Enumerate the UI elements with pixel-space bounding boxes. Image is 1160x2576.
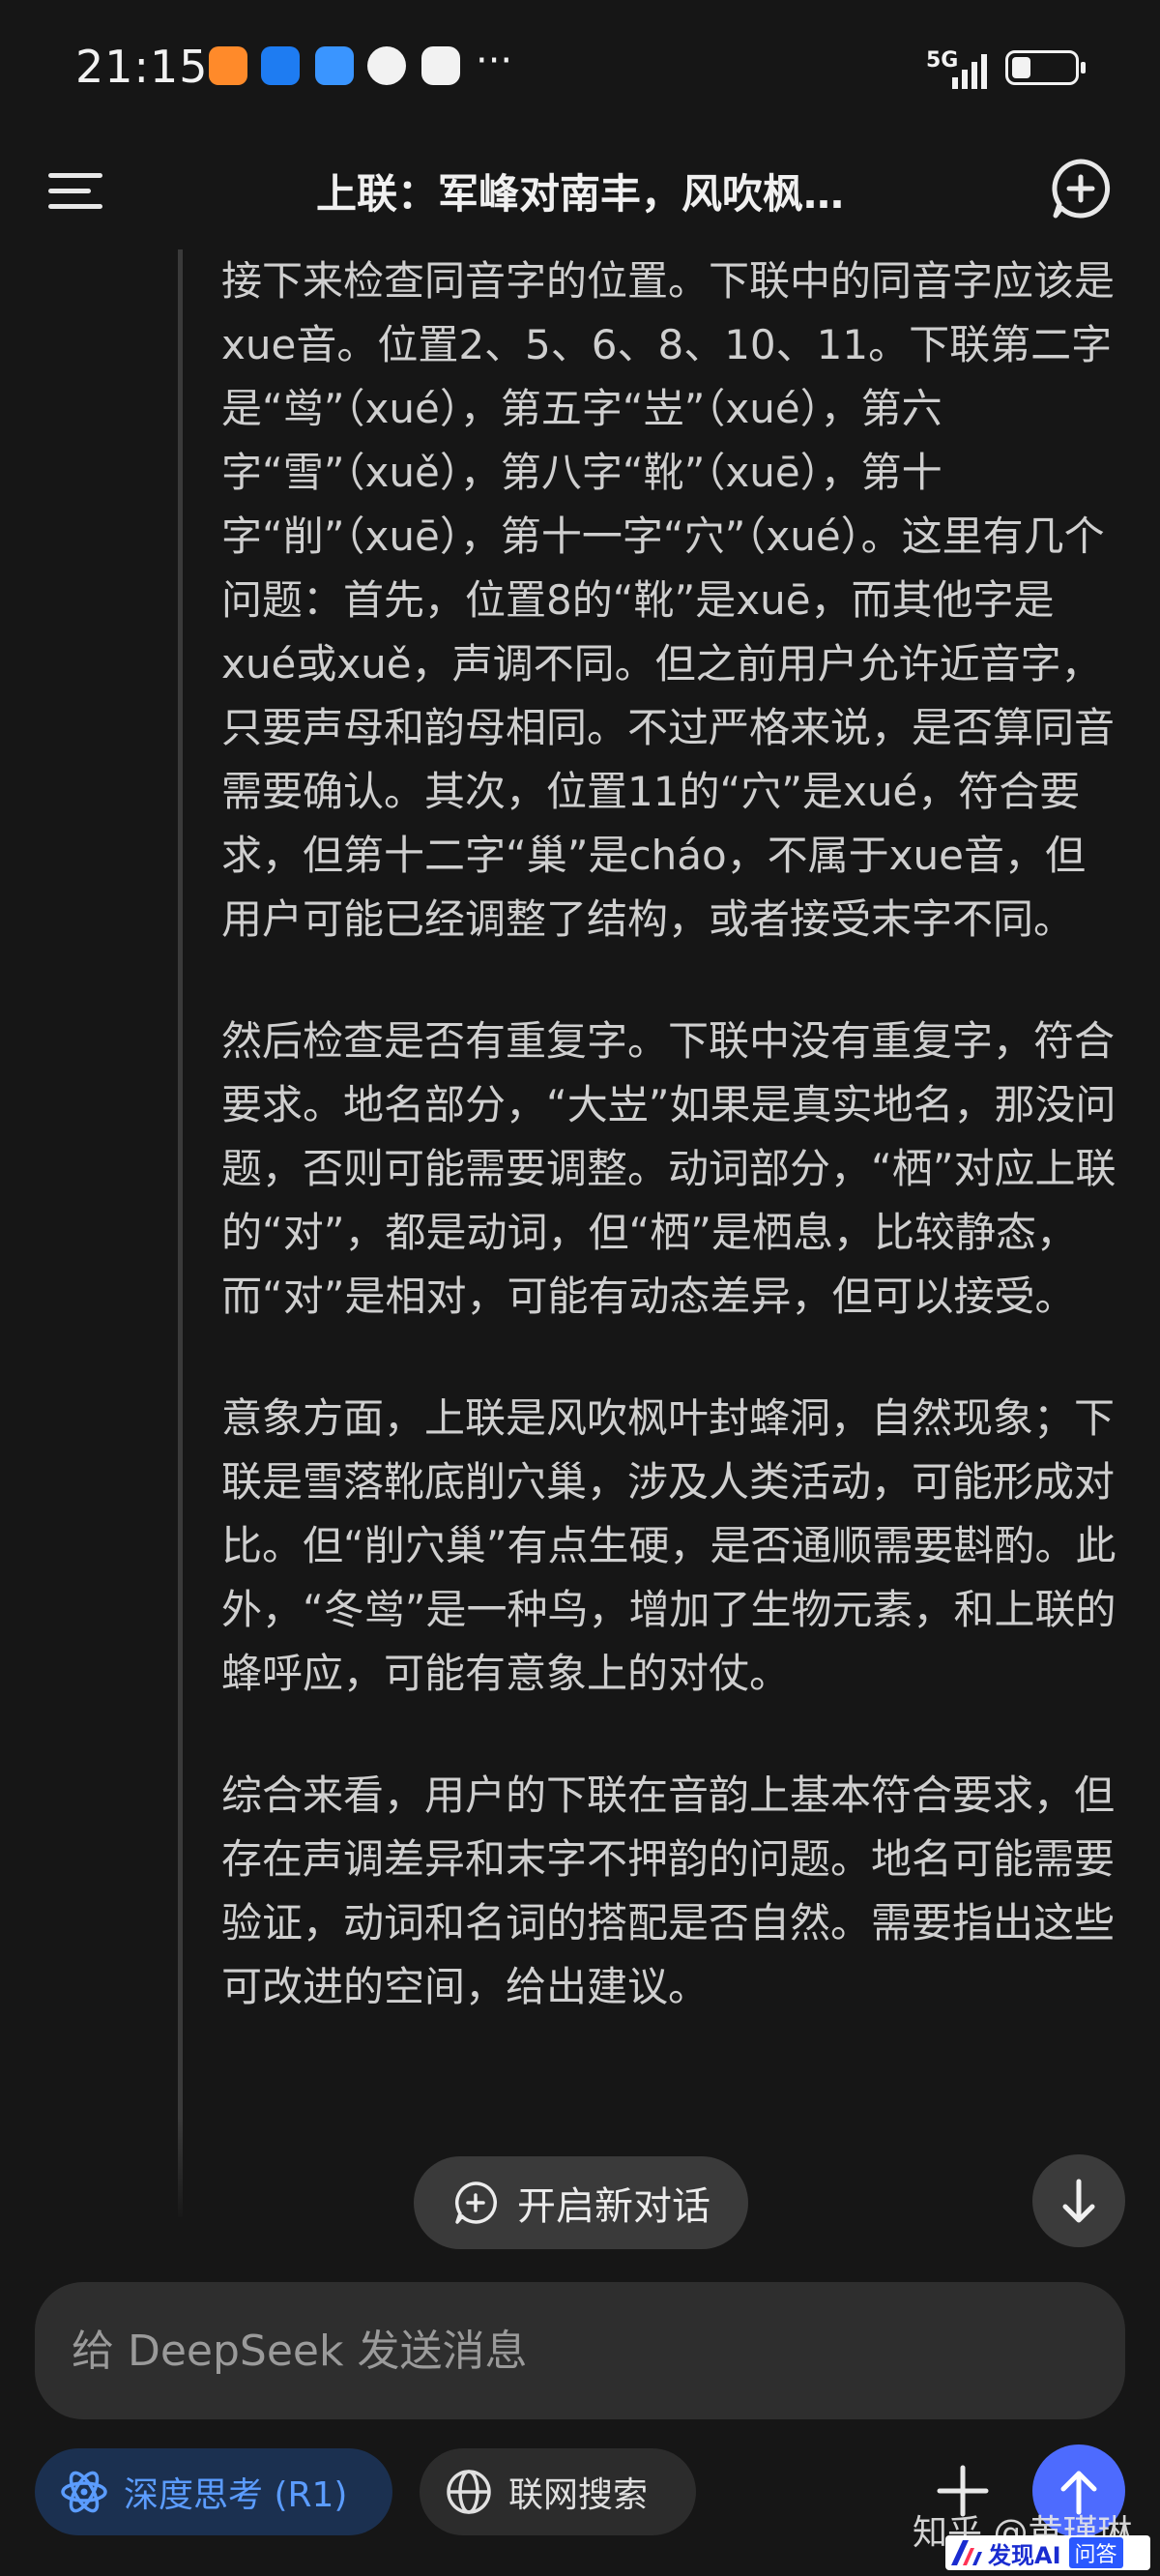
signal-icon — [952, 48, 997, 89]
scroll-down-button[interactable] — [1032, 2154, 1125, 2247]
thinking-paragraph: 综合来看，用户的下联在音韵上基本符合要求，但存在声调差异和末字不押韵的问题。地名… — [221, 1771, 1116, 2010]
app-icon — [421, 46, 460, 85]
status-bar: 21:15 ··· 5G — [0, 0, 1160, 140]
logo-badge: 问答 — [1068, 2537, 1123, 2568]
new-chat-icon[interactable] — [1046, 154, 1116, 223]
menu-icon[interactable] — [43, 161, 110, 220]
thinking-content: 接下来检查同音字的位置。下联中的同音字应该是xue音。位置2、5、6、8、10、… — [178, 249, 1146, 2217]
atom-icon — [61, 2471, 107, 2513]
new-chat-pill-icon — [454, 2181, 498, 2224]
arrow-down-icon — [1062, 2179, 1095, 2223]
web-search-label: 联网搜索 — [508, 2475, 649, 2515]
taobao-icon — [209, 46, 247, 85]
new-chat-label: 开启新对话 — [517, 2184, 710, 2229]
thinking-paragraph: 接下来检查同音字的位置。下联中的同音字应该是xue音。位置2、5、6、8、10、… — [221, 257, 1116, 943]
deep-think-label: 深度思考 (R1) — [124, 2475, 348, 2515]
web-search-toggle[interactable]: 联网搜索 — [420, 2448, 696, 2535]
thinking-paragraph: 意象方面，上联是风吹枫叶封蜂洞，自然现象；下联是雪落靴底削穴巢，涉及人类活动，可… — [221, 1394, 1116, 1697]
logo-text: 发现AI — [988, 2541, 1061, 2569]
message-icon — [367, 46, 406, 85]
more-notifications-icon: ··· — [476, 39, 513, 83]
battery-level — [1012, 57, 1030, 78]
weather-icon — [315, 46, 354, 85]
deep-think-toggle[interactable]: 深度思考 (R1) — [35, 2448, 392, 2535]
globe-icon — [447, 2470, 491, 2514]
thinking-paragraph: 然后检查是否有重复字。下联中没有重复字，符合要求。地名部分，“大岦”如果是真实地… — [221, 1017, 1116, 1320]
clock: 21:15 — [75, 41, 209, 93]
page-title: 上联：军峰对南丰，风吹枫… — [315, 170, 844, 218]
alipay-icon — [261, 46, 300, 85]
logo-mark-icon — [951, 2540, 982, 2565]
message-input[interactable] — [35, 2282, 1125, 2419]
battery-icon — [1005, 50, 1086, 85]
header: 上联：军峰对南丰，风吹枫… — [0, 140, 1160, 247]
watermark-logo: 发现AI 问答 — [945, 2535, 1150, 2570]
new-chat-button[interactable]: 开启新对话 — [414, 2156, 748, 2249]
